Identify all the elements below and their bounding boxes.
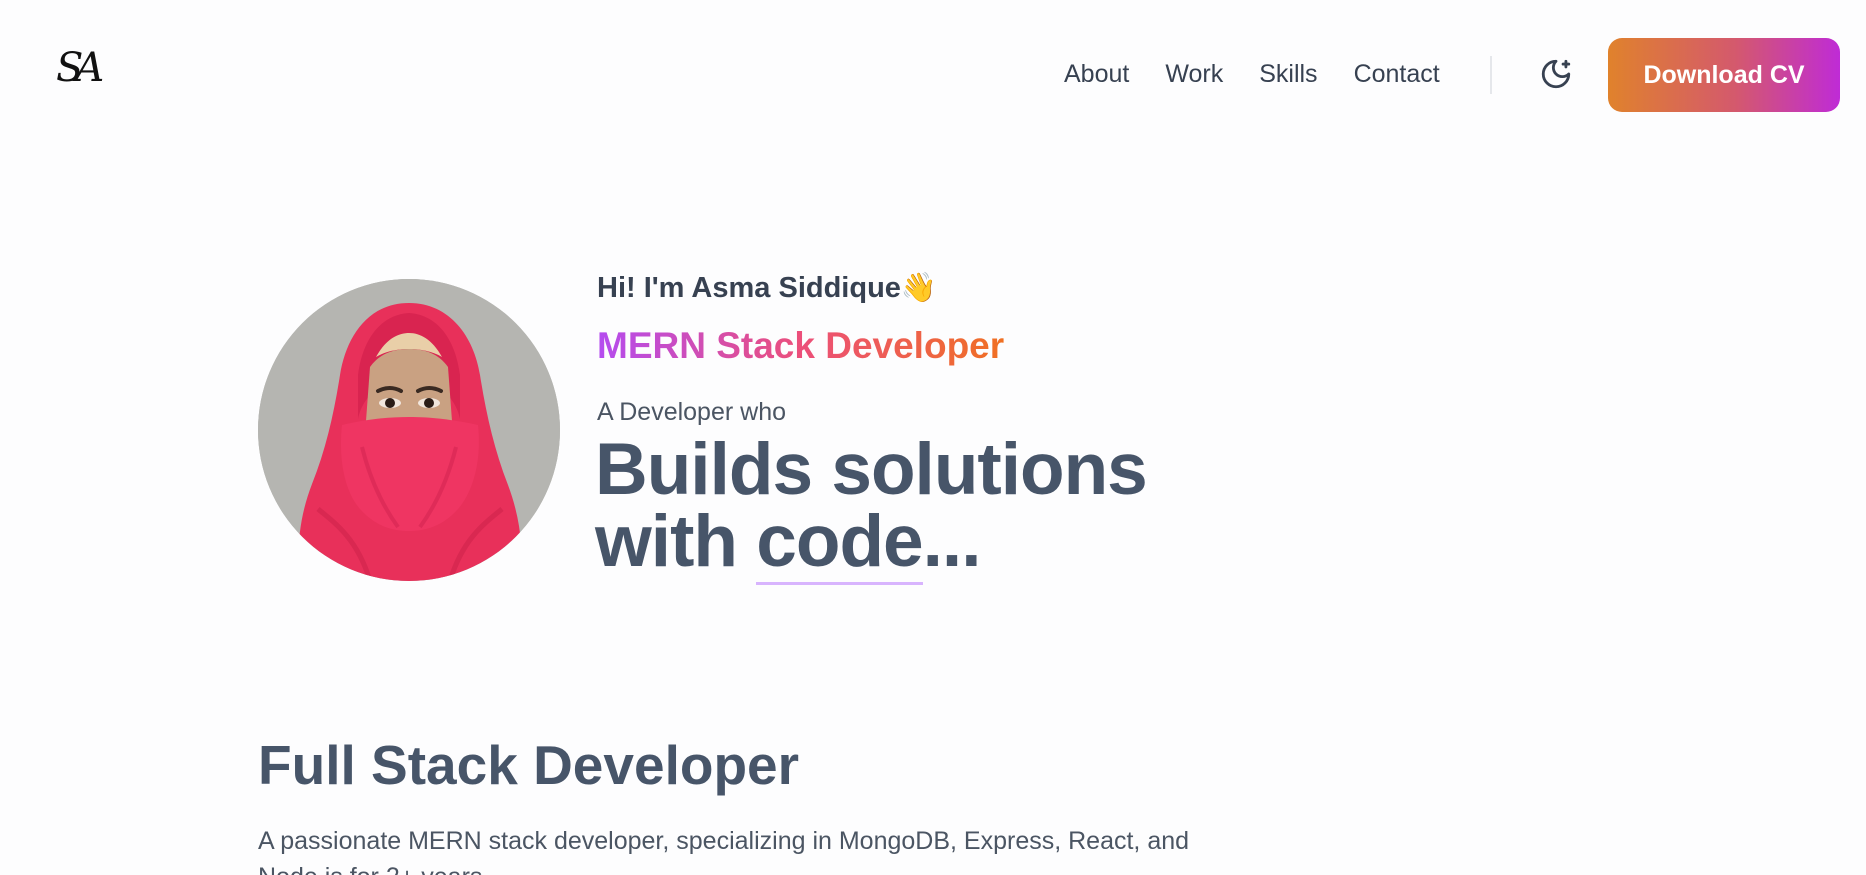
greeting: Hi! I'm Asma Siddique👋	[597, 268, 937, 308]
theme-toggle-button[interactable]	[1536, 54, 1576, 94]
headline-prefix: with	[595, 501, 757, 582]
nav-divider	[1490, 56, 1492, 94]
download-cv-button[interactable]: Download CV	[1608, 38, 1840, 112]
profile-avatar	[258, 279, 560, 581]
main-nav: About Work Skills Contact	[1064, 56, 1440, 92]
intro-text: A Developer who	[597, 398, 787, 426]
nav-skills[interactable]: Skills	[1259, 56, 1317, 92]
greeting-text: Hi! I'm Asma Siddique	[597, 272, 901, 304]
headline-suffix: ...	[922, 501, 982, 582]
logo[interactable]: SA	[56, 44, 116, 92]
hero-headline: Builds solutions with code...	[595, 429, 1148, 585]
waving-hand-icon: 👋	[900, 272, 938, 304]
nav-about[interactable]: About	[1064, 56, 1129, 92]
moon-star-icon	[1541, 59, 1571, 89]
typed-word: code	[756, 501, 924, 585]
bio-text: A passionate MERN stack developer, speci…	[258, 827, 1190, 875]
role-title: MERN Stack Developer	[597, 325, 1005, 366]
section-title: Full Stack Developer	[258, 733, 800, 796]
headline-line-2: with code...	[595, 501, 1147, 585]
profile-photo	[258, 279, 560, 581]
nav-contact[interactable]: Contact	[1354, 56, 1440, 92]
portfolio-page: SA About Work Skills Contact Download CV	[0, 0, 1866, 875]
site-header: SA About Work Skills Contact Download CV	[0, 0, 1866, 150]
headline-line-1: Builds solutions	[595, 429, 1148, 510]
nav-work[interactable]: Work	[1165, 56, 1223, 92]
